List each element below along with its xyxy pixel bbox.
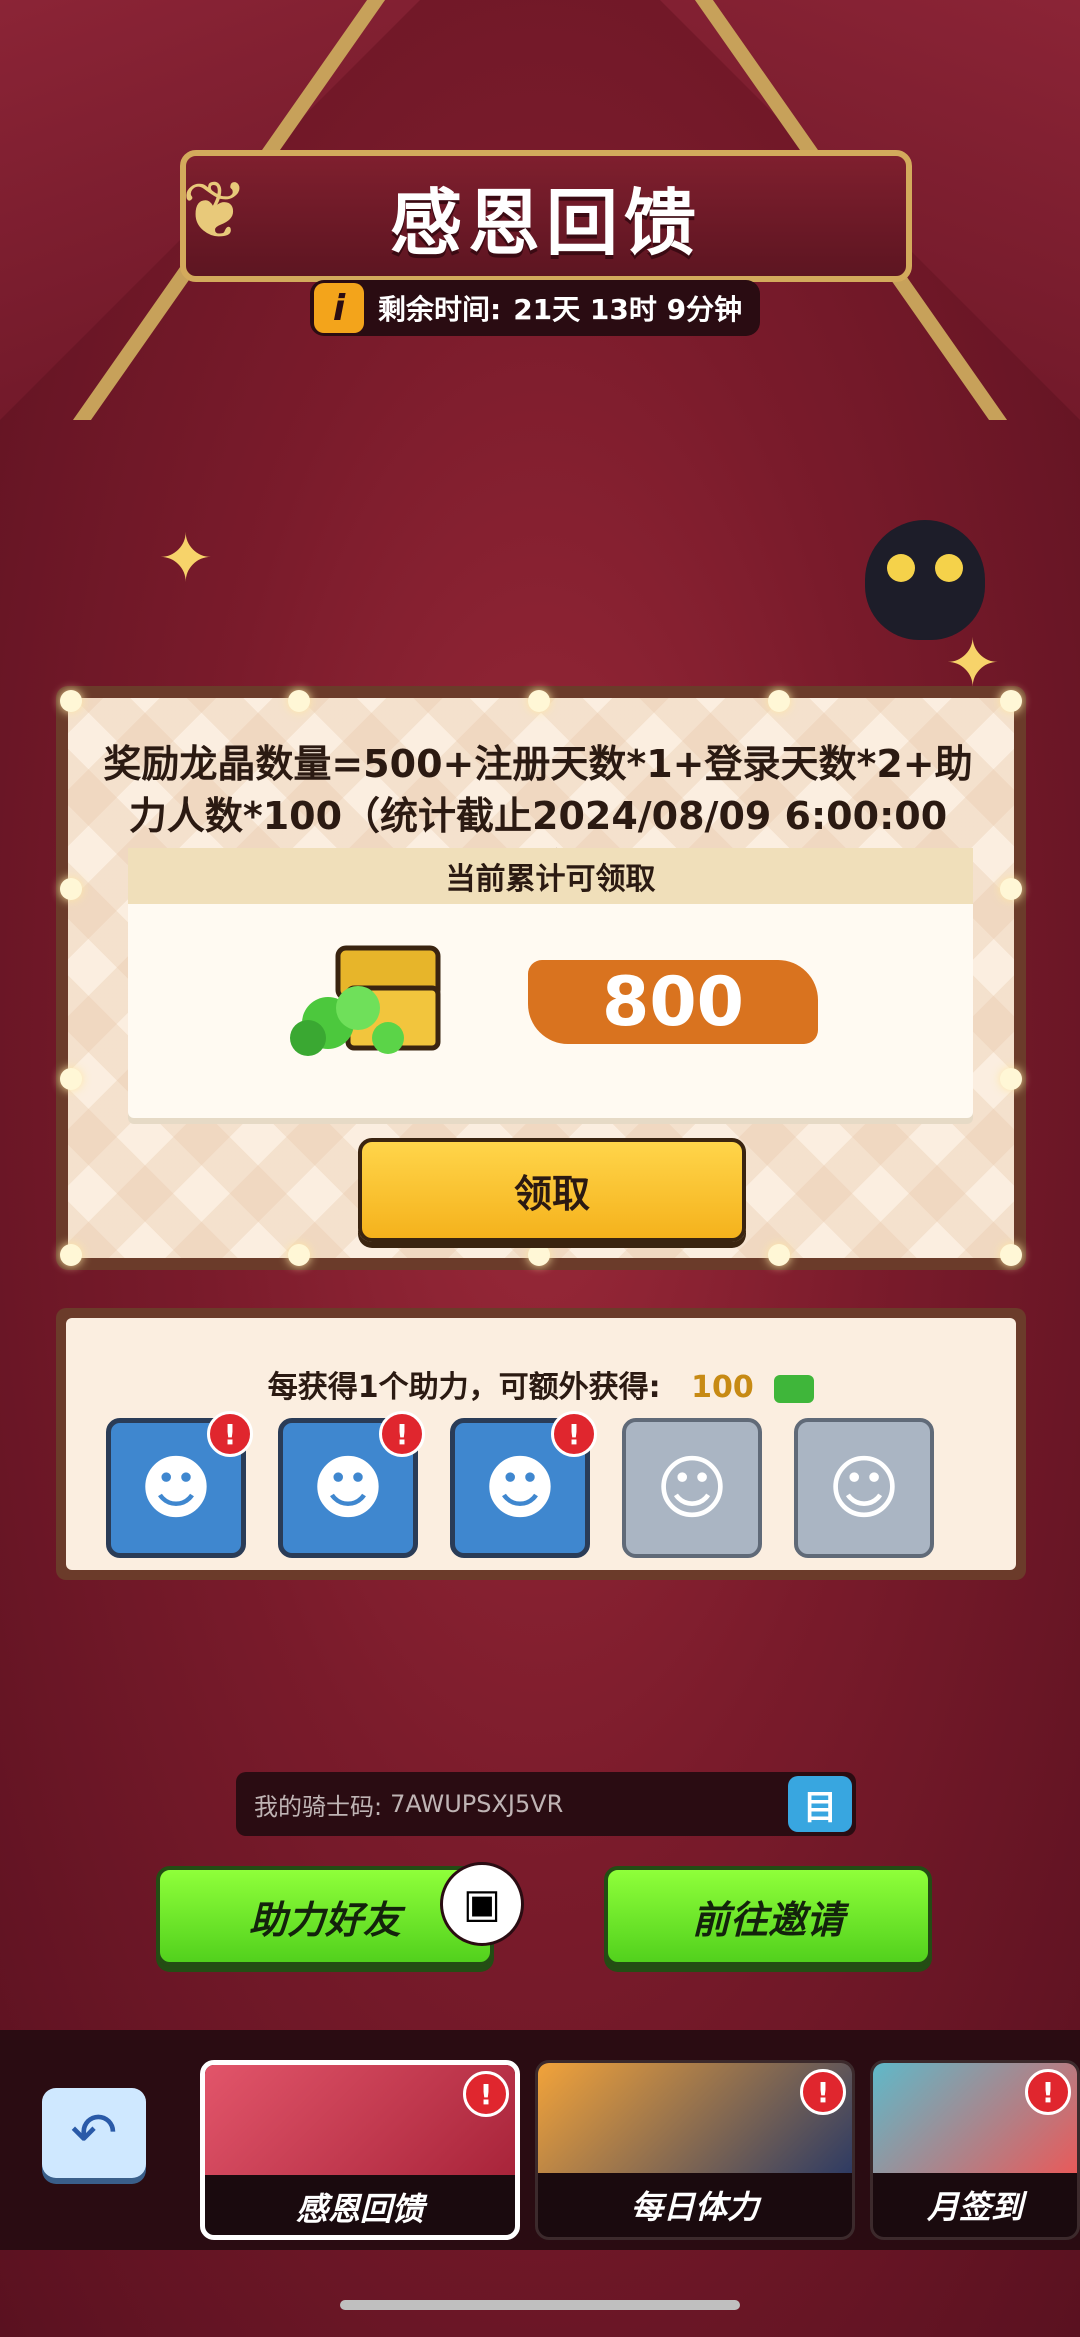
assist-info: 每获得1个助力，可额外获得: 100	[66, 1362, 1016, 1406]
tab-monthly-signin[interactable]: 月签到 !	[870, 2060, 1080, 2240]
alert-icon: !	[207, 1411, 253, 1457]
bat-mascot-icon	[860, 470, 990, 690]
knight-code-value: 7AWUPSXJ5VR	[390, 1790, 564, 1818]
tab-label: 每日体力	[630, 2188, 759, 2226]
chest-badge-icon: ▣	[440, 1862, 524, 1946]
assist-board: 每获得1个助力，可额外获得: 100 ☻! ☻! ☻! ☺ ☺	[56, 1308, 1026, 1580]
copy-icon[interactable]: 目	[788, 1776, 852, 1832]
tab-daily-stamina[interactable]: 每日体力 !	[535, 2060, 855, 2240]
timer-value: 21天 13时 9分钟	[513, 293, 743, 326]
gem-icon	[774, 1374, 815, 1403]
assist-avatar-row: ☻! ☻! ☻! ☺ ☺	[106, 1411, 934, 1558]
alert-icon: !	[379, 1411, 425, 1457]
assist-text: 每获得1个助力，可额外获得:	[267, 1370, 661, 1405]
character-portrait-icon: ☻	[483, 1447, 557, 1529]
info-icon[interactable]: i	[314, 283, 364, 333]
alert-icon: !	[463, 2071, 509, 2117]
remaining-time: i 剩余时间: 21天 13时 9分钟	[310, 280, 760, 336]
character-portrait-icon: ☺	[655, 1447, 729, 1529]
accumulated-reward-box: 当前累计可领取 800	[128, 848, 973, 1118]
title-banner: 感恩回馈	[180, 150, 912, 282]
tab-label: 感恩回馈	[295, 2190, 424, 2228]
reward-amount: 800	[528, 960, 818, 1044]
assist-avatar-filled[interactable]: ☻!	[450, 1411, 597, 1558]
accumulated-title: 当前累计可领取	[128, 848, 973, 904]
tab-thanks-feedback[interactable]: 感恩回馈 !	[200, 2060, 520, 2240]
assist-avatar-empty[interactable]: ☺	[794, 1418, 934, 1558]
assist-avatar-filled[interactable]: ☻!	[106, 1411, 253, 1558]
character-portrait-icon: ☺	[827, 1447, 901, 1529]
knight-code-bar: 我的骑士码: 7AWUPSXJ5VR 目	[236, 1772, 856, 1836]
champagne-glasses-icon: ❦	[181, 163, 249, 257]
page-title: 感恩回馈	[389, 180, 702, 265]
alert-icon: !	[551, 1411, 597, 1457]
timer-label: 剩余时间:	[378, 293, 502, 326]
gem-chest-icon	[290, 945, 441, 1056]
go-invite-button[interactable]: 前往邀请	[604, 1866, 932, 1966]
sparkle-icon: ✦	[158, 520, 214, 597]
assist-avatar-empty[interactable]: ☺	[622, 1418, 762, 1558]
tab-label: 月签到	[926, 2188, 1023, 2226]
claim-button[interactable]: 领取	[358, 1138, 746, 1242]
alert-icon: !	[800, 2069, 846, 2115]
alert-icon: !	[1025, 2069, 1071, 2115]
back-arrow-icon[interactable]: ↶	[42, 2088, 146, 2178]
assist-bonus: 100	[691, 1370, 754, 1405]
knight-code-label: 我的骑士码:	[254, 1792, 383, 1821]
character-portrait-icon: ☻	[139, 1447, 213, 1529]
home-indicator[interactable]	[340, 2300, 740, 2310]
character-portrait-icon: ☻	[311, 1447, 385, 1529]
bottom-nav: ↶ 感恩回馈 ! 每日体力 ! 月签到 !	[0, 2030, 1080, 2250]
reward-board: 奖励龙晶数量=500+注册天数*1+登录天数*2+助力人数*100（统计截止20…	[56, 686, 1026, 1270]
assist-avatar-filled[interactable]: ☻!	[278, 1411, 425, 1558]
